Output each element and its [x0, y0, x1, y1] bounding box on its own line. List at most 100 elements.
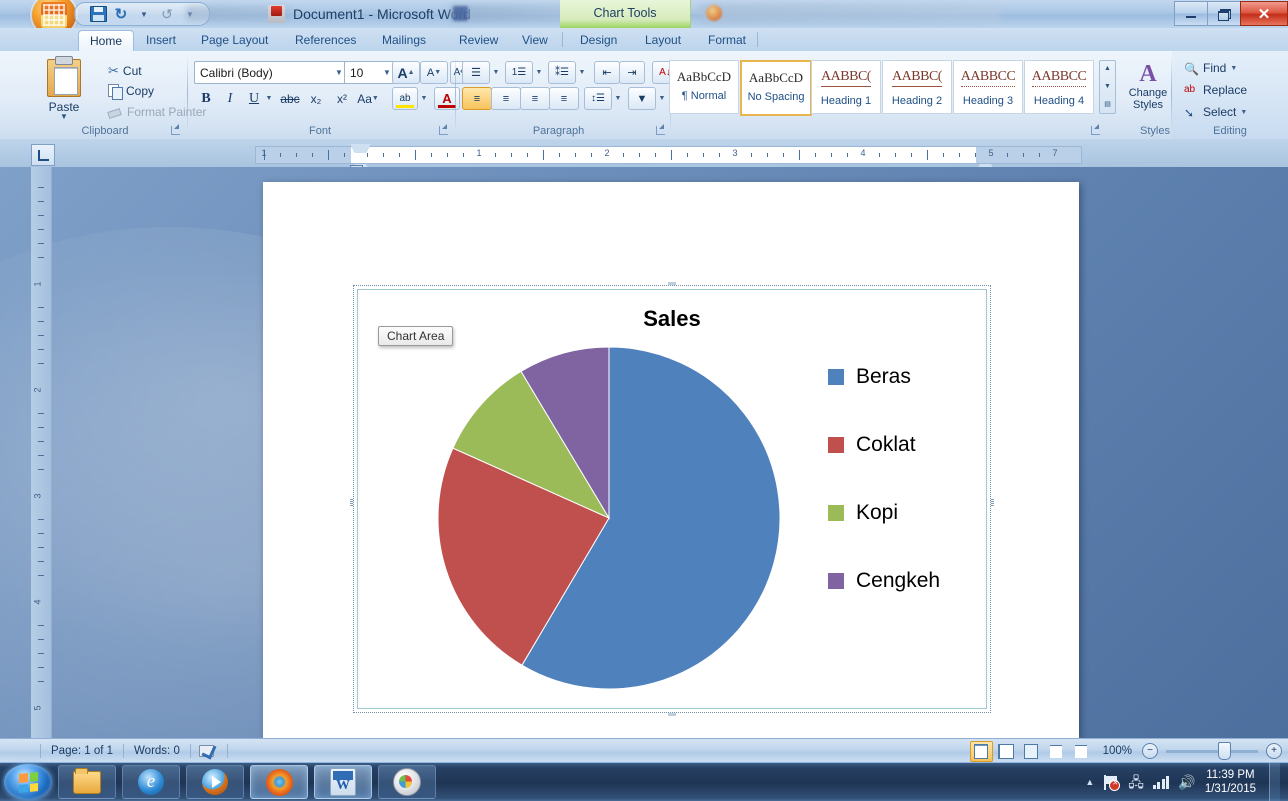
save-icon[interactable]	[89, 5, 107, 23]
increase-indent-button[interactable]: ⇥	[619, 61, 645, 84]
bold-button[interactable]: B	[194, 87, 218, 110]
full-screen-reading-button[interactable]	[995, 741, 1018, 762]
bullets-dropdown-icon[interactable]: ▼	[489, 61, 503, 84]
more-styles-icon[interactable]: ▤	[1104, 97, 1111, 113]
styles-dialog-launcher[interactable]	[1090, 124, 1102, 136]
chevron-down-icon[interactable]: ▼	[36, 113, 92, 121]
style-heading-3[interactable]: AABBCC Heading 3	[953, 60, 1023, 114]
legend-item[interactable]: Beras	[828, 343, 978, 411]
numbering-button[interactable]: 1☰	[505, 61, 533, 84]
pie-chart-plot-area[interactable]	[436, 345, 782, 691]
tab-references[interactable]: References	[284, 30, 367, 51]
taskbar-media-player[interactable]	[186, 765, 244, 799]
bullets-button[interactable]: ☰	[462, 61, 490, 84]
windows-start-button[interactable]	[4, 764, 52, 800]
cut-button[interactable]: ✂ Cut	[104, 61, 146, 81]
line-spacing-button[interactable]: ↕☰	[584, 87, 612, 110]
zoom-in-button[interactable]: +	[1266, 743, 1282, 759]
taskbar-file-explorer[interactable]	[58, 765, 116, 799]
styles-gallery-scrollbar[interactable]: ▲ ▼ ▤	[1099, 60, 1116, 114]
change-styles-button[interactable]: A Change Styles	[1120, 61, 1176, 111]
restore-button[interactable]	[1207, 1, 1240, 26]
scroll-down-icon[interactable]: ▼	[1104, 79, 1111, 95]
underline-dropdown-icon[interactable]: ▼	[262, 87, 276, 110]
taskbar-paint[interactable]	[378, 765, 436, 799]
show-desktop-button[interactable]	[1269, 763, 1280, 801]
strikethrough-button[interactable]: abc	[278, 87, 302, 110]
decrease-indent-button[interactable]: ⇤	[594, 61, 620, 84]
style-heading-1[interactable]: AABBC( Heading 1	[811, 60, 881, 114]
word-count[interactable]: Words: 0	[124, 742, 190, 760]
font-name-combo[interactable]: Calibri (Body) ▼	[194, 61, 349, 84]
numbering-dropdown-icon[interactable]: ▼	[532, 61, 546, 84]
tab-layout[interactable]: Layout	[634, 30, 692, 51]
find-button[interactable]: 🔍 Find ▼	[1180, 59, 1241, 77]
tab-view[interactable]: View	[511, 30, 559, 51]
style-heading-4[interactable]: AABBCC Heading 4	[1024, 60, 1094, 114]
italic-button[interactable]: I	[218, 87, 242, 110]
taskbar-firefox[interactable]	[250, 765, 308, 799]
legend-item[interactable]: Cengkeh	[828, 547, 978, 615]
resize-handle-left[interactable]	[350, 499, 353, 506]
font-size-combo[interactable]: 10 ▼	[344, 61, 397, 84]
align-right-button[interactable]: ≡	[520, 87, 550, 110]
close-button[interactable]: ✕	[1240, 1, 1288, 26]
style-no-spacing[interactable]: AaBbCcD No Spacing	[740, 60, 812, 116]
subscript-button[interactable]: x₂	[304, 87, 328, 110]
align-center-button[interactable]: ≡	[491, 87, 521, 110]
resize-handle-top[interactable]	[668, 282, 676, 285]
line-spacing-dropdown-icon[interactable]: ▼	[611, 87, 625, 110]
vertical-ruler[interactable]: 1 2 3 4 5	[31, 167, 52, 738]
zoom-out-button[interactable]: −	[1142, 743, 1158, 759]
multilevel-dropdown-icon[interactable]: ▼	[575, 61, 589, 84]
superscript-button[interactable]: x²	[330, 87, 354, 110]
change-case-button[interactable]: Aa ▼	[356, 87, 380, 110]
web-layout-view-button[interactable]	[1020, 741, 1043, 762]
tab-home[interactable]: Home	[78, 30, 135, 53]
legend-item[interactable]: Coklat	[828, 411, 978, 479]
text-highlight-button[interactable]: ab	[392, 87, 418, 110]
print-layout-view-button[interactable]	[969, 740, 993, 762]
select-button[interactable]: ➘ Select ▼	[1180, 103, 1251, 121]
draft-view-button[interactable]	[1070, 741, 1093, 762]
grow-font-button[interactable]: A ▲	[392, 61, 420, 84]
tab-stop-selector[interactable]	[31, 144, 55, 166]
taskbar-word[interactable]	[314, 765, 372, 799]
proofing-errors-icon[interactable]	[198, 743, 219, 759]
shrink-font-button[interactable]: A ▼	[420, 61, 448, 84]
undo-dropdown-icon[interactable]: ▼	[135, 5, 153, 23]
tab-mailings[interactable]: Mailings	[371, 30, 437, 51]
justify-button[interactable]: ≡	[549, 87, 579, 110]
tab-insert[interactable]: Insert	[135, 30, 187, 51]
highlight-dropdown-icon[interactable]: ▼	[417, 87, 431, 110]
zoom-slider-thumb[interactable]	[1218, 741, 1231, 760]
align-left-button[interactable]: ≡	[462, 87, 492, 110]
shading-button[interactable]: ▼	[628, 87, 656, 110]
zoom-slider[interactable]	[1166, 741, 1258, 760]
style-normal[interactable]: AaBbCcD ¶ Normal	[669, 60, 739, 114]
minimize-button[interactable]	[1174, 1, 1207, 26]
resize-handle-right[interactable]	[991, 499, 994, 506]
multilevel-list-button[interactable]: ⁑☰	[548, 61, 576, 84]
tab-format[interactable]: Format	[697, 30, 757, 51]
undo-icon[interactable]: ↺	[112, 5, 130, 23]
redo-icon[interactable]: ↺	[158, 5, 176, 23]
scroll-up-icon[interactable]: ▲	[1104, 61, 1111, 77]
tab-page-layout[interactable]: Page Layout	[190, 30, 279, 51]
copy-button[interactable]: Copy	[104, 82, 158, 100]
horizontal-ruler[interactable]: 1 1 2 3 4 5 7	[255, 146, 1082, 164]
document-page[interactable]: Sales Chart Area Beras Coklat Kopi Cengk…	[263, 182, 1079, 738]
zoom-level[interactable]: 100%	[1095, 745, 1140, 757]
font-dialog-launcher[interactable]	[438, 124, 450, 136]
resize-handle-bottom[interactable]	[668, 713, 676, 716]
clipboard-dialog-launcher[interactable]	[170, 124, 182, 136]
show-hidden-icons-icon[interactable]: ▲	[1085, 777, 1094, 787]
outline-view-button[interactable]	[1045, 741, 1068, 762]
action-center-flag-icon[interactable]	[1103, 774, 1121, 791]
style-heading-2[interactable]: AABBC( Heading 2	[882, 60, 952, 114]
clock[interactable]: 11:39 PM 1/31/2015	[1205, 768, 1260, 796]
taskbar-internet-explorer[interactable]	[122, 765, 180, 799]
paste-button[interactable]: Paste ▼	[36, 56, 92, 121]
replace-button[interactable]: ab Replace	[1180, 81, 1251, 99]
network-icon[interactable]: 🖧	[1128, 775, 1144, 789]
